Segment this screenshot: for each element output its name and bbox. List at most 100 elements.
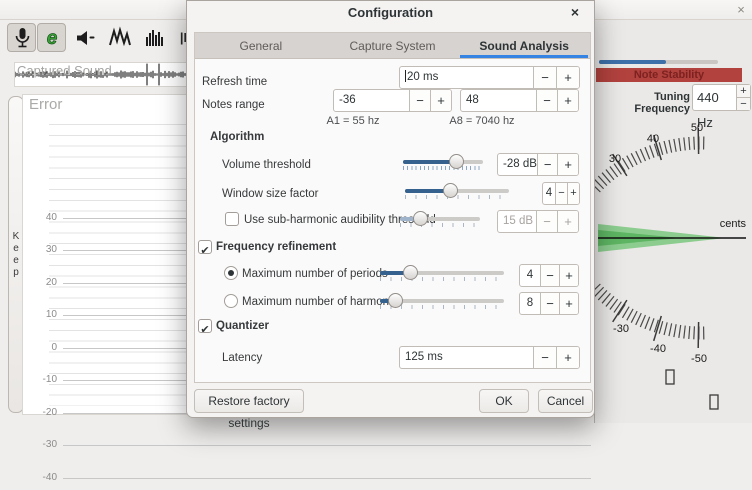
cancel-button[interactable]: Cancel xyxy=(538,389,593,413)
volume-threshold-value[interactable]: -28 dB xyxy=(498,154,537,175)
text-cursor xyxy=(405,70,406,82)
max-harmonics-radio[interactable] xyxy=(224,294,238,308)
cents-unit-label: cents xyxy=(720,218,747,230)
tab-sound-analysis[interactable]: Sound Analysis xyxy=(458,33,590,58)
max-harmonics-decrement[interactable]: − xyxy=(540,293,559,314)
dialog-close-button[interactable]: × xyxy=(566,3,584,21)
notes-high-hint: A8 = 7040 hz xyxy=(417,115,547,127)
svg-text:e: e xyxy=(46,28,57,49)
tab-bar: General Capture System Sound Analysis xyxy=(195,33,590,59)
y-tick-label: -10 xyxy=(31,374,57,385)
main-window-close-button[interactable]: × xyxy=(732,1,750,19)
y-tick-label: 30 xyxy=(31,244,57,255)
notes-low-increment[interactable]: + xyxy=(430,90,451,111)
volume-decrement[interactable]: − xyxy=(537,154,558,175)
volume-increment[interactable]: + xyxy=(557,154,578,175)
slider-handle[interactable] xyxy=(413,211,428,226)
notes-range-low-spinbox[interactable]: -36 − + xyxy=(333,89,452,112)
dial-tick-label: -50 xyxy=(691,353,707,365)
subharmonic-value: 15 dB xyxy=(498,211,536,232)
speaker-muted-icon xyxy=(73,25,99,51)
y-tick-label: 20 xyxy=(31,277,57,288)
notes-range-high-value[interactable]: 48 xyxy=(461,90,536,111)
slider-handle[interactable] xyxy=(403,265,418,280)
tuner-panel: Note Stability Tuning Frequency 440 Hz +… xyxy=(594,20,752,423)
window-size-spinbox[interactable]: 4 − + xyxy=(542,182,580,205)
latency-value[interactable]: 125 ms xyxy=(400,347,533,368)
quantizer-header: Quantizer xyxy=(216,320,269,332)
notes-high-decrement[interactable]: − xyxy=(536,90,557,111)
note-stability-bar: Note Stability xyxy=(596,68,742,82)
tuning-decrement-button[interactable]: − xyxy=(737,98,750,110)
y-tick-label: -40 xyxy=(31,472,57,483)
frequency-refinement-checkbox[interactable]: ✔ xyxy=(198,240,212,254)
error-plot-title: Error xyxy=(29,96,62,113)
mute-button[interactable] xyxy=(71,23,100,52)
dial-tick-label: 30 xyxy=(609,153,621,165)
max-periods-value[interactable]: 4 xyxy=(520,265,540,286)
volume-threshold-label: Volume threshold xyxy=(222,159,311,171)
notes-range-high-spinbox[interactable]: 48 − + xyxy=(460,89,579,112)
notes-low-decrement[interactable]: − xyxy=(409,90,430,111)
subharmonic-checkbox[interactable] xyxy=(225,212,239,226)
dialog-title: Configuration xyxy=(187,5,594,20)
tuning-frequency-label: Tuning Frequency xyxy=(597,91,690,115)
y-tick-label: -20 xyxy=(31,407,57,418)
capture-toggle-button[interactable] xyxy=(7,23,36,52)
subharmonic-spinbox: 15 dB − + xyxy=(497,210,579,233)
max-periods-radio[interactable] xyxy=(224,266,238,280)
restore-factory-settings-button[interactable]: Restore factory settings xyxy=(194,389,304,413)
refresh-time-decrement[interactable]: − xyxy=(533,67,556,88)
refresh-time-spinbox[interactable]: 20 ms − + xyxy=(399,66,580,89)
y-tick-label: 40 xyxy=(31,212,57,223)
refresh-time-label: Refresh time xyxy=(202,76,267,88)
slider-handle[interactable] xyxy=(449,154,464,169)
checkmark-icon: ✔ xyxy=(200,324,209,336)
slider-handle[interactable] xyxy=(388,293,403,308)
dial-tick-label: 50 xyxy=(691,122,703,134)
slider-handle[interactable] xyxy=(443,183,458,198)
ok-button[interactable]: OK xyxy=(479,389,529,413)
histogram-icon xyxy=(142,25,168,51)
checkmark-icon: ✔ xyxy=(200,245,209,257)
max-periods-increment[interactable]: + xyxy=(559,265,578,286)
waveform-view-button[interactable] xyxy=(105,23,134,52)
window-size-increment[interactable]: + xyxy=(567,183,579,204)
y-tick-label: 10 xyxy=(31,309,57,320)
max-harmonics-label: Maximum number of harmonics xyxy=(242,296,403,308)
notes-high-increment[interactable]: + xyxy=(557,90,578,111)
window-size-slider[interactable] xyxy=(405,181,509,203)
subharmonic-increment: + xyxy=(557,211,578,232)
latency-spinbox[interactable]: 125 ms − + xyxy=(399,346,580,369)
volume-threshold-slider[interactable] xyxy=(403,152,483,174)
max-harmonics-value[interactable]: 8 xyxy=(520,293,540,314)
tuner-logo-toggle-button[interactable]: e xyxy=(37,23,66,52)
tab-capture-system[interactable]: Capture System xyxy=(327,33,459,58)
active-tab-underline xyxy=(460,55,588,58)
latency-increment[interactable]: + xyxy=(556,347,579,368)
dial-tick-label: -30 xyxy=(613,323,629,335)
max-periods-spinbox[interactable]: 4 − + xyxy=(519,264,579,287)
tuning-frequency-value[interactable]: 440 Hz xyxy=(693,85,736,110)
max-periods-slider[interactable] xyxy=(380,263,504,285)
volume-threshold-spinbox[interactable]: -28 dB − + xyxy=(497,153,579,176)
dial-tick-label: 40 xyxy=(647,133,659,145)
tuning-increment-button[interactable]: + xyxy=(737,85,750,98)
stability-progress-fill xyxy=(599,60,666,64)
max-periods-decrement[interactable]: − xyxy=(540,265,559,286)
max-harmonics-spinbox[interactable]: 8 − + xyxy=(519,292,579,315)
tuning-frequency-spinbox[interactable]: 440 Hz + − xyxy=(692,84,751,111)
subharmonic-slider[interactable] xyxy=(400,209,480,231)
max-harmonics-slider[interactable] xyxy=(380,291,504,313)
max-harmonics-increment[interactable]: + xyxy=(559,293,578,314)
tab-general[interactable]: General xyxy=(195,33,327,58)
quantizer-checkbox[interactable]: ✔ xyxy=(198,319,212,333)
refresh-time-increment[interactable]: + xyxy=(556,67,579,88)
notes-range-low-value[interactable]: -36 xyxy=(334,90,409,111)
window-size-decrement[interactable]: − xyxy=(555,183,567,204)
window-size-value[interactable]: 4 xyxy=(543,183,555,204)
latency-decrement[interactable]: − xyxy=(533,347,556,368)
histogram-view-button[interactable] xyxy=(140,23,169,52)
missing-glyph-box xyxy=(666,370,674,384)
y-tick-label: 0 xyxy=(31,342,57,353)
